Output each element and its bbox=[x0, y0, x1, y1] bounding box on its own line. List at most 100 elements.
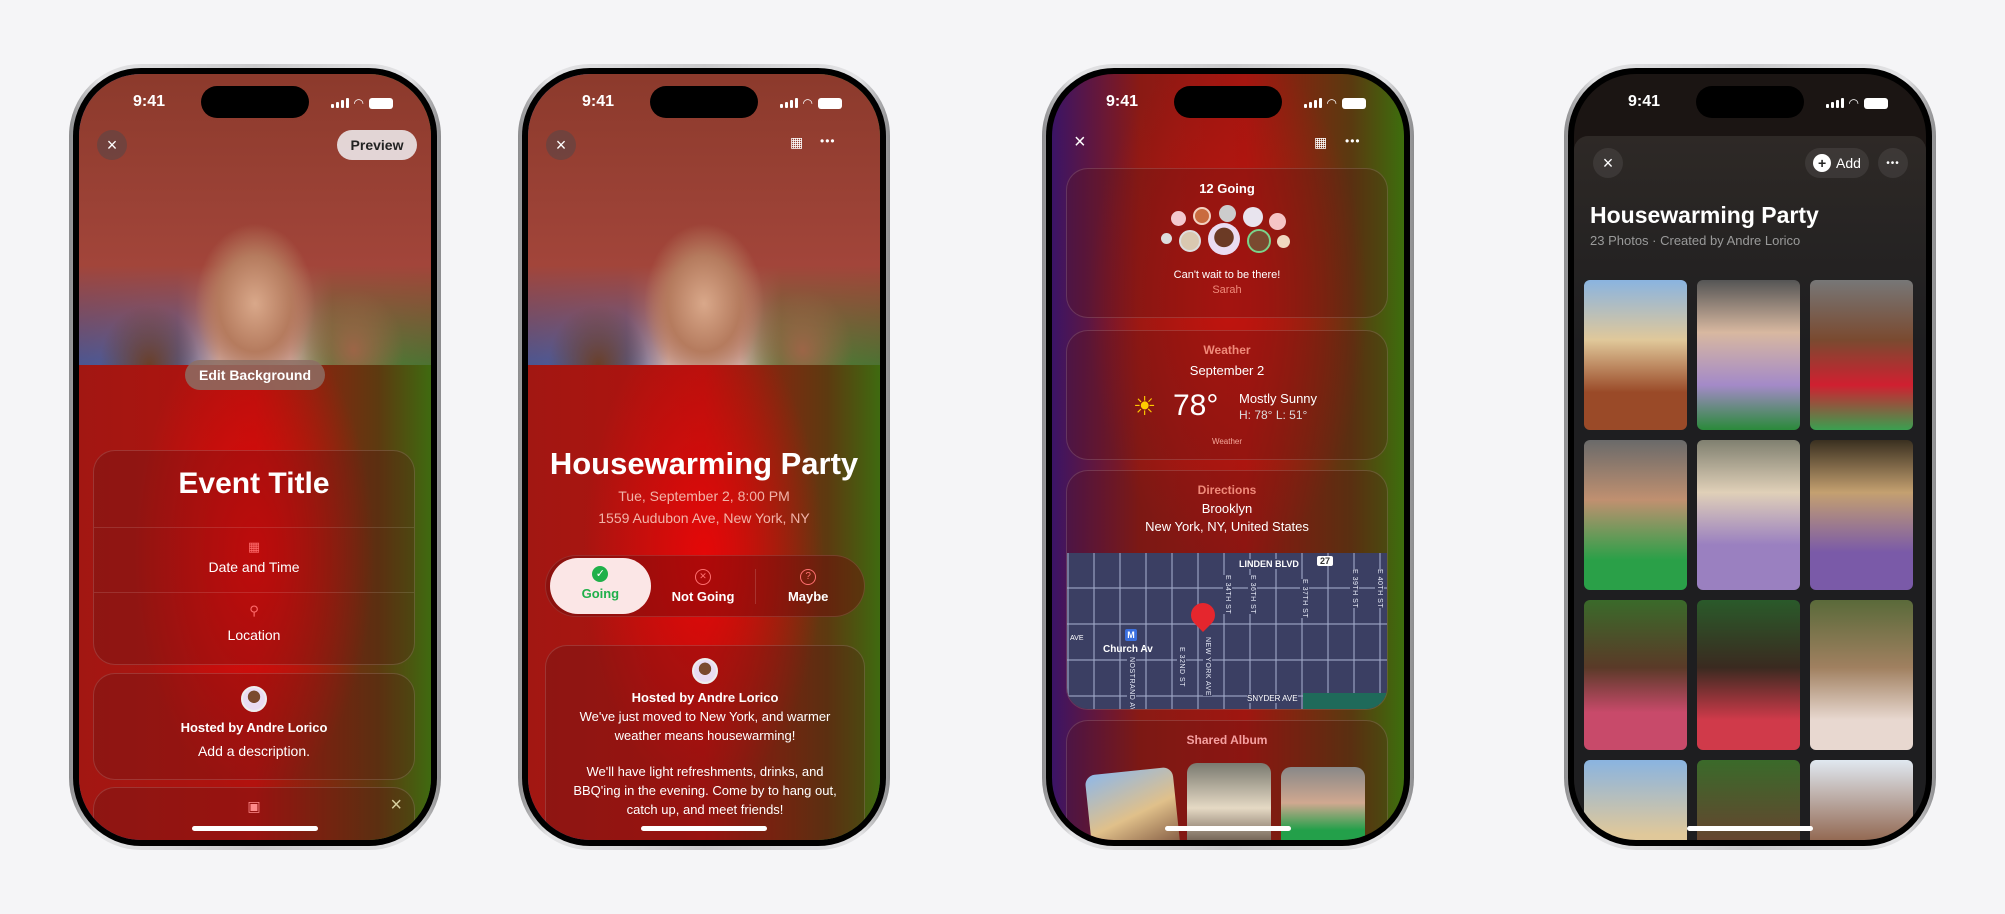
album-subtitle: 23 Photos · Created by Andre Lorico bbox=[1590, 233, 1801, 248]
photo-thumbnail[interactable] bbox=[1584, 440, 1687, 590]
plus-icon: + bbox=[1813, 154, 1832, 172]
weather-condition: Mostly Sunny bbox=[1239, 391, 1318, 406]
street-label: NOSTRAND AV bbox=[1127, 657, 1136, 709]
route-shield: 27 bbox=[1317, 556, 1334, 566]
status-time: 9:41 bbox=[1105, 93, 1139, 110]
more-button[interactable]: ••• bbox=[820, 134, 836, 148]
metro-icon: M bbox=[1125, 629, 1137, 641]
shared-album-card[interactable]: Shared Album bbox=[1066, 720, 1388, 840]
description-paragraph: We'll have light refreshments, drinks, a… bbox=[573, 764, 837, 817]
dismiss-icon[interactable]: × bbox=[390, 794, 402, 817]
hosted-by: Hosted by Andre Lorico bbox=[180, 720, 328, 735]
temperature: 78° bbox=[1173, 389, 1219, 422]
photo-thumbnail[interactable] bbox=[1584, 760, 1687, 840]
close-button[interactable]: × bbox=[1593, 148, 1623, 178]
directions-label: Directions bbox=[1197, 483, 1257, 497]
comment-author: Sarah bbox=[1212, 284, 1242, 296]
home-indicator bbox=[1165, 826, 1291, 831]
weather-label: Weather bbox=[1203, 343, 1251, 357]
close-button[interactable]: × bbox=[1074, 131, 1086, 154]
close-button[interactable]: × bbox=[546, 130, 576, 160]
x-circle-icon: ✕ bbox=[695, 568, 712, 585]
street-label: E 36TH ST bbox=[1248, 575, 1257, 615]
street-label: E 34TH ST bbox=[1223, 575, 1232, 615]
status-time: 9:41 bbox=[132, 93, 166, 110]
street-label: E 37TH ST bbox=[1300, 579, 1309, 619]
close-button[interactable]: × bbox=[97, 130, 127, 160]
question-icon: ? bbox=[800, 568, 817, 585]
host-avatar bbox=[692, 658, 718, 684]
host-card: Hosted by Andre Lorico Add a description… bbox=[93, 673, 415, 780]
host-card: Hosted by Andre Lorico We've just moved … bbox=[545, 645, 865, 840]
status-time: 9:41 bbox=[1627, 93, 1661, 110]
directions-place: Brooklyn bbox=[1201, 501, 1253, 516]
street-label: LINDEN BLVD bbox=[1237, 559, 1301, 569]
weather-attribution: Weather bbox=[1211, 437, 1243, 446]
event-title: Housewarming Party bbox=[549, 446, 859, 481]
street-label: E 39TH ST bbox=[1350, 569, 1359, 609]
hosted-by: Hosted by Andre Lorico bbox=[631, 690, 779, 705]
photo-thumbnail[interactable] bbox=[1697, 600, 1800, 750]
photo-thumbnail[interactable] bbox=[1584, 280, 1687, 430]
photos-icon: ▣ bbox=[247, 798, 261, 814]
street-label: SNYDER AVE bbox=[1247, 694, 1298, 703]
event-details-card: Event Title ▦ Date and Time ⚲ Location bbox=[93, 450, 415, 665]
date-time-field[interactable]: Date and Time bbox=[94, 559, 414, 575]
album-photo bbox=[1281, 767, 1365, 840]
high-low: H: 78° L: 51° bbox=[1239, 408, 1308, 422]
description-field[interactable]: Add a description. bbox=[94, 743, 414, 759]
host-avatar bbox=[241, 686, 267, 712]
photo-thumbnail[interactable] bbox=[1810, 440, 1913, 590]
phone-invite-details: 9:41 ◠ × ▦ ••• 12 Going Can't wait to be… bbox=[1042, 64, 1414, 850]
location-pin-icon: ⚲ bbox=[249, 603, 259, 618]
park-area bbox=[1303, 693, 1387, 709]
guest-list-card[interactable]: 12 Going Can't wait to be there! Sarah bbox=[1066, 168, 1388, 318]
home-indicator bbox=[1687, 826, 1813, 831]
home-indicator bbox=[641, 826, 767, 831]
calendar-icon: ▦ bbox=[247, 539, 261, 554]
edit-background-button[interactable]: Edit Background bbox=[185, 360, 325, 390]
sun-icon: ☀ bbox=[1133, 391, 1157, 421]
phone-shared-album: 9:41 ◠ × + Add ••• Housewarming Party 23 … bbox=[1564, 64, 1936, 850]
map[interactable]: LINDEN BLVD 27 NOSTRAND AV E 32ND ST NEW… bbox=[1067, 553, 1387, 709]
guest-avatars bbox=[1157, 205, 1297, 255]
shared-album-label: Shared Album bbox=[1186, 733, 1268, 747]
more-button[interactable]: ••• bbox=[1878, 148, 1908, 178]
preview-button[interactable]: Preview bbox=[337, 130, 417, 160]
status-icons: ◠ bbox=[1825, 96, 1888, 110]
location-field[interactable]: Location bbox=[94, 627, 414, 643]
rsvp-maybe-button[interactable]: ? Maybe bbox=[755, 568, 860, 604]
calendar-add-icon[interactable]: ▦ bbox=[790, 134, 803, 151]
album-title: Housewarming Party bbox=[1590, 202, 1819, 228]
status-icons: ◠ bbox=[779, 96, 842, 110]
photo-thumbnail[interactable] bbox=[1697, 280, 1800, 430]
status-icons: ◠ bbox=[330, 96, 393, 110]
weather-card[interactable]: Weather September 2 ☀ 78° Mostly Sunny H… bbox=[1066, 330, 1388, 460]
photo-thumbnail[interactable] bbox=[1697, 440, 1800, 590]
station-label: Church Av bbox=[1103, 644, 1153, 655]
event-datetime: Tue, September 2, 8:00 PM bbox=[618, 488, 790, 504]
add-button[interactable]: + Add bbox=[1805, 148, 1869, 178]
rsvp-not-going-button[interactable]: ✕ Not Going bbox=[651, 568, 756, 604]
photo-thumbnail[interactable] bbox=[1810, 280, 1913, 430]
status-time: 9:41 bbox=[581, 93, 615, 110]
more-button[interactable]: ••• bbox=[1345, 134, 1361, 148]
photo-thumbnail[interactable] bbox=[1584, 600, 1687, 750]
rsvp-going-button[interactable]: ✓ Going bbox=[550, 558, 651, 614]
photo-thumbnail[interactable] bbox=[1810, 600, 1913, 750]
calendar-add-icon[interactable]: ▦ bbox=[1314, 134, 1327, 151]
check-icon: ✓ bbox=[592, 566, 609, 582]
location-pin[interactable] bbox=[1186, 598, 1220, 632]
directions-card[interactable]: Directions Brooklyn New York, NY, United… bbox=[1066, 470, 1388, 710]
shared-album-card[interactable]: ▣ × bbox=[93, 787, 415, 840]
going-count: 12 Going bbox=[1199, 181, 1255, 196]
street-label: E 32ND ST bbox=[1177, 647, 1186, 687]
street-label: AVE bbox=[1070, 635, 1084, 642]
street-label: NEW YORK AVE bbox=[1203, 637, 1212, 697]
rsvp-segmented-control: ✓ Going ✕ Not Going ? Maybe bbox=[545, 555, 865, 617]
photo-thumbnail[interactable] bbox=[1810, 760, 1913, 840]
street-label: E 40TH ST bbox=[1375, 569, 1384, 609]
event-address: 1559 Audubon Ave, New York, NY bbox=[598, 510, 810, 526]
event-title-field[interactable]: Event Title bbox=[94, 467, 414, 501]
guest-comment: Can't wait to be there! bbox=[1173, 269, 1281, 281]
